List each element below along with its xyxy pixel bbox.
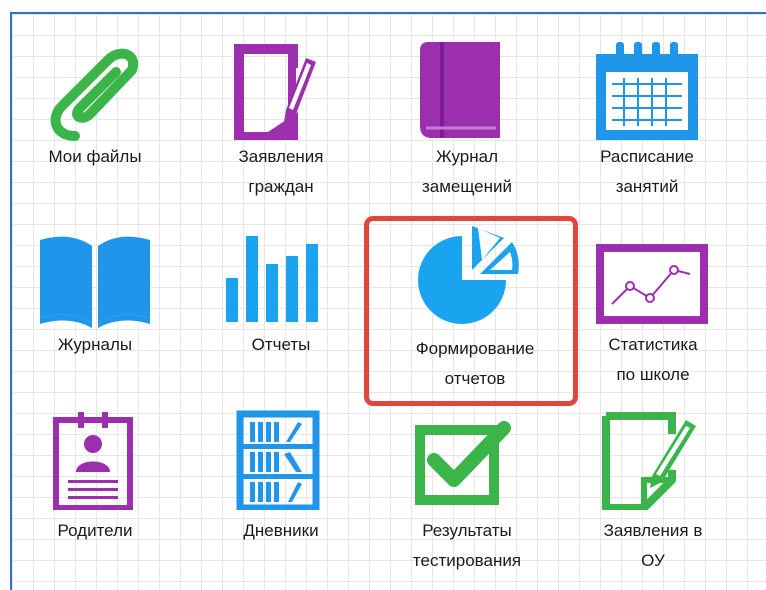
tile-substitution-journal[interactable]: Журнал замещений	[392, 38, 542, 218]
tile-label: Журнал замещений	[421, 147, 513, 196]
tile-label: Отчеты	[251, 335, 311, 354]
selection-highlight	[364, 216, 578, 406]
tile-diaries[interactable]: Дневники	[206, 410, 356, 590]
tile-class-schedule[interactable]: Расписание занятий	[572, 38, 722, 218]
tile-label: Заявления в ОУ	[603, 521, 703, 570]
tile-label: Заявления граждан	[238, 147, 324, 196]
tile-label: Журналы	[57, 335, 133, 354]
document-pencil-icon	[602, 412, 696, 510]
tile-reports[interactable]: Отчеты	[206, 230, 356, 410]
calendar-icon	[596, 42, 698, 140]
bookshelf-icon	[236, 410, 320, 510]
bar-chart-icon	[226, 236, 318, 322]
tile-ou-applications[interactable]: Заявления в ОУ	[578, 410, 728, 590]
checkbox-icon	[415, 421, 511, 505]
user-card-icon	[53, 412, 133, 510]
tile-label: Родители	[57, 521, 133, 540]
line-chart-icon	[596, 244, 708, 324]
paperclip-icon	[50, 48, 139, 141]
tile-label: Статистика по школе	[608, 335, 698, 384]
tile-citizen-applications[interactable]: Заявления граждан	[206, 38, 356, 218]
open-book-icon	[40, 236, 150, 328]
tile-my-files[interactable]: Мои файлы	[20, 38, 170, 218]
tile-label: Расписание занятий	[600, 147, 694, 196]
tile-school-statistics[interactable]: Статистика по школе	[578, 230, 728, 410]
tile-label: Дневники	[243, 521, 319, 540]
tile-journals[interactable]: Журналы	[20, 230, 170, 410]
document-pen-icon	[234, 44, 316, 140]
tile-label: Мои файлы	[48, 147, 142, 166]
tile-label: Результаты тестирования	[412, 521, 522, 570]
book-icon	[420, 42, 500, 138]
tile-test-results[interactable]: Результаты тестирования	[392, 410, 542, 590]
tile-parents[interactable]: Родители	[20, 410, 170, 590]
